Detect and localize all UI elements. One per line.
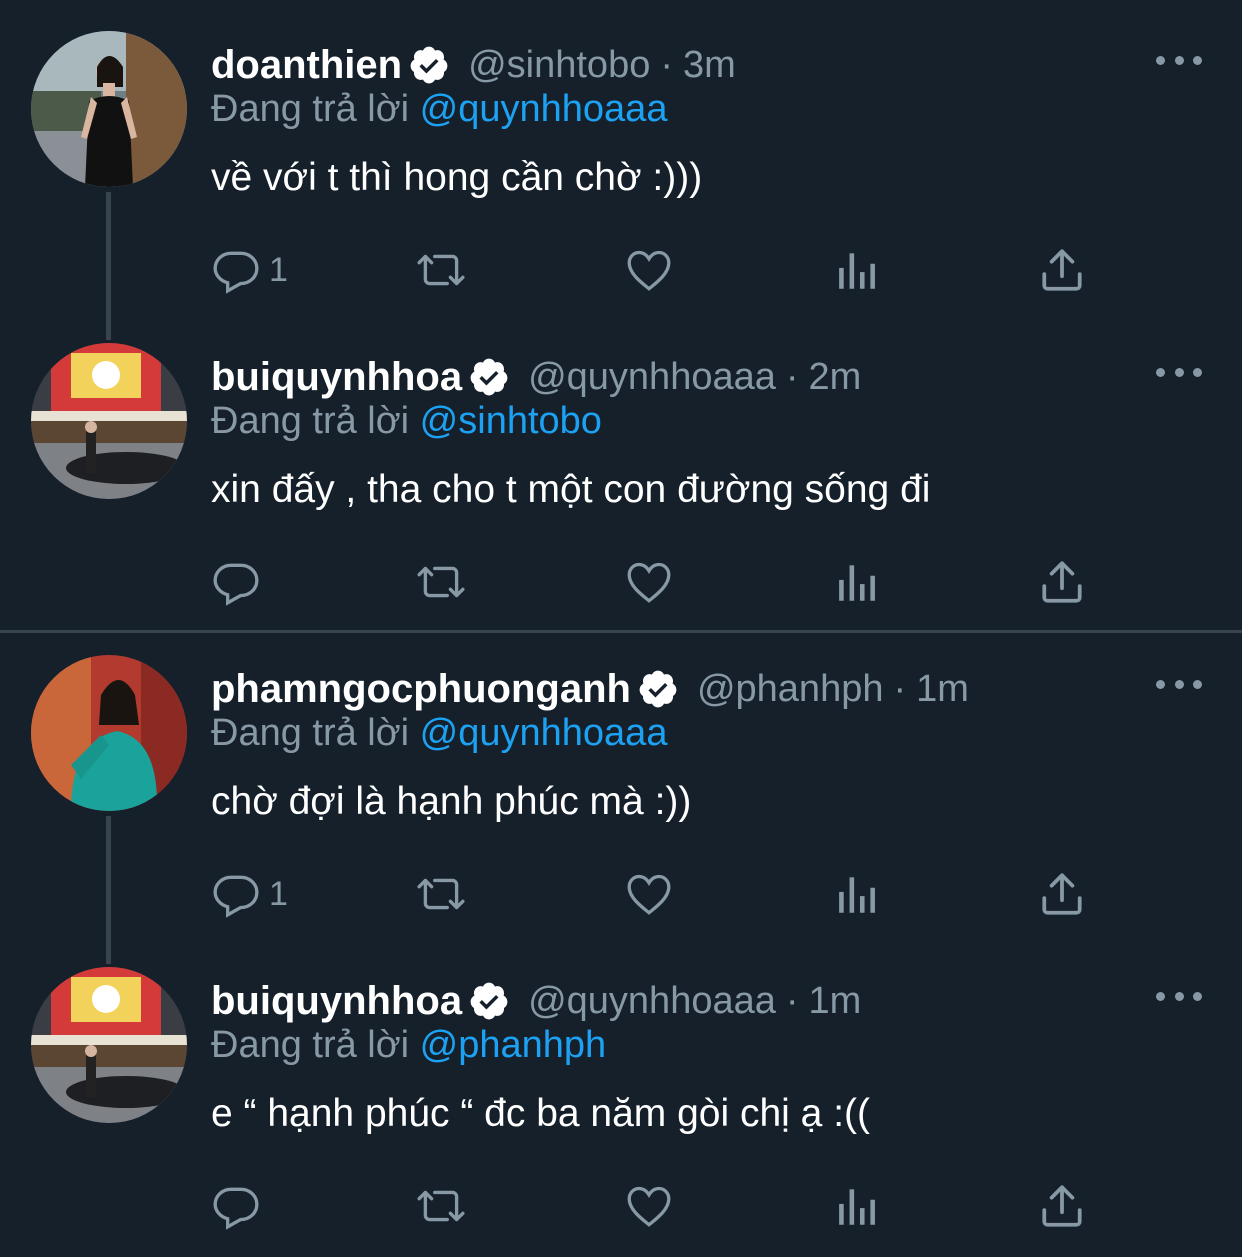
- replying-to: Đang trả lời @quynhhoaaa: [211, 88, 667, 131]
- tweet-header: buiquynhhoa @quynhhoaaa · 2m: [211, 352, 861, 402]
- share-button[interactable]: [1037, 866, 1087, 922]
- analytics-button[interactable]: [831, 866, 881, 922]
- user-handle[interactable]: @phanhph: [697, 668, 884, 711]
- more-icon[interactable]: [1156, 981, 1202, 1011]
- replying-to: Đang trả lời @sinhtobo: [211, 400, 602, 443]
- verified-badge-icon: [470, 982, 508, 1020]
- reply-prefix: Đang trả lời: [211, 400, 410, 442]
- analytics-button[interactable]: [831, 554, 881, 610]
- reply-icon: [213, 1187, 259, 1230]
- share-icon: [1042, 249, 1082, 291]
- user-handle[interactable]: @quynhhoaaa: [528, 356, 776, 399]
- user-handle[interactable]: @quynhhoaaa: [528, 980, 776, 1023]
- display-name[interactable]: buiquynhhoa: [211, 979, 462, 1024]
- tweet-actions: [211, 554, 1111, 610]
- heart-icon: [627, 874, 671, 915]
- tweet-text: e “ hạnh phúc “ đc ba năm gòi chị ạ :((: [211, 1092, 871, 1135]
- share-button[interactable]: [1037, 242, 1087, 298]
- like-button[interactable]: [624, 242, 674, 298]
- tweet-actions: [211, 1178, 1111, 1234]
- reply-icon: [213, 251, 259, 294]
- analytics-icon: [839, 877, 875, 913]
- reply-icon: [213, 563, 259, 606]
- reply-mention-link[interactable]: @quynhhoaaa: [420, 88, 668, 130]
- reply-prefix: Đang trả lời: [211, 1024, 410, 1066]
- more-icon[interactable]: [1156, 357, 1202, 387]
- timestamp[interactable]: 1m: [809, 980, 862, 1023]
- share-button[interactable]: [1037, 554, 1087, 610]
- avatar-doanthien[interactable]: [31, 31, 187, 187]
- reply-button[interactable]: [211, 554, 269, 610]
- replying-to: Đang trả lời @quynhhoaaa: [211, 712, 667, 755]
- like-button[interactable]: [624, 1178, 674, 1234]
- retweet-icon: [417, 878, 465, 910]
- tweet-header: phamngocphuonganh @phanhph · 1m: [211, 664, 969, 714]
- retweet-icon: [417, 566, 465, 598]
- tweet-buiquynhhoa-2[interactable]: buiquynhhoa @quynhhoaaa · 1m Đang trả lờ…: [0, 936, 1242, 1248]
- verified-badge-icon: [470, 358, 508, 396]
- tweet-buiquynhhoa-1[interactable]: buiquynhhoa @quynhhoaaa · 2m Đang trả lờ…: [0, 312, 1242, 624]
- tweet-phamngocphuonganh[interactable]: phamngocphuonganh @phanhph · 1m Đang trả…: [0, 624, 1242, 936]
- avatar-buiquynhhoa[interactable]: [31, 967, 187, 1123]
- tweet-text: về với t thì hong cần chờ :))): [211, 156, 703, 199]
- heart-icon: [627, 250, 671, 291]
- reply-button[interactable]: 1: [211, 866, 288, 922]
- reply-prefix: Đang trả lời: [211, 88, 410, 130]
- verified-badge-icon: [410, 46, 448, 84]
- reply-count: 1: [269, 874, 288, 913]
- reply-button[interactable]: [211, 1178, 269, 1234]
- separator-dot: ·: [660, 43, 673, 86]
- user-handle[interactable]: @sinhtobo: [468, 44, 650, 87]
- reply-icon: [213, 875, 259, 918]
- analytics-button[interactable]: [831, 242, 881, 298]
- retweet-icon: [417, 1190, 465, 1222]
- display-name[interactable]: phamngocphuonganh: [211, 667, 631, 712]
- tweet-header: doanthien @sinhtobo · 3m: [211, 40, 736, 90]
- like-button[interactable]: [624, 866, 674, 922]
- share-icon: [1042, 561, 1082, 603]
- retweet-button[interactable]: [416, 554, 466, 610]
- reply-mention-link[interactable]: @sinhtobo: [420, 400, 602, 442]
- analytics-button[interactable]: [831, 1178, 881, 1234]
- reply-mention-link[interactable]: @quynhhoaaa: [420, 712, 668, 754]
- tweet-header: buiquynhhoa @quynhhoaaa · 1m: [211, 976, 861, 1026]
- timestamp[interactable]: 1m: [916, 668, 969, 711]
- reply-button[interactable]: 1: [211, 242, 288, 298]
- separator-dot: ·: [785, 355, 799, 398]
- share-button[interactable]: [1037, 1178, 1087, 1234]
- tweet-doanthien[interactable]: doanthien @sinhtobo · 3m Đang trả lời @q…: [0, 0, 1242, 312]
- heart-icon: [627, 1186, 671, 1227]
- retweet-icon: [417, 254, 465, 286]
- tweet-actions: 1: [211, 242, 1111, 298]
- timestamp[interactable]: 2m: [809, 356, 862, 399]
- avatar-buiquynhhoa[interactable]: [31, 343, 187, 499]
- analytics-icon: [839, 565, 875, 601]
- share-icon: [1042, 873, 1082, 915]
- tweet-text: xin đấy , tha cho t một con đường sống đ…: [211, 468, 931, 511]
- display-name[interactable]: buiquynhhoa: [211, 355, 462, 400]
- reply-prefix: Đang trả lời: [211, 712, 410, 754]
- share-icon: [1042, 1185, 1082, 1227]
- retweet-button[interactable]: [416, 242, 466, 298]
- heart-icon: [627, 562, 671, 603]
- separator-dot: ·: [893, 667, 907, 710]
- retweet-button[interactable]: [416, 1178, 466, 1234]
- more-icon[interactable]: [1156, 669, 1202, 699]
- avatar-phamngocphuonganh[interactable]: [31, 655, 187, 811]
- timestamp[interactable]: 3m: [683, 44, 736, 87]
- separator-dot: ·: [785, 979, 799, 1022]
- like-button[interactable]: [624, 554, 674, 610]
- replying-to: Đang trả lời @phanhph: [211, 1024, 606, 1067]
- display-name[interactable]: doanthien: [211, 43, 402, 88]
- tweet-text: chờ đợi là hạnh phúc mà :)): [211, 780, 692, 823]
- more-icon[interactable]: [1156, 45, 1202, 75]
- reply-mention-link[interactable]: @phanhph: [420, 1024, 607, 1066]
- analytics-icon: [839, 1189, 875, 1225]
- verified-badge-icon: [639, 670, 677, 708]
- retweet-button[interactable]: [416, 866, 466, 922]
- reply-count: 1: [269, 250, 288, 289]
- tweet-actions: 1: [211, 866, 1111, 922]
- analytics-icon: [839, 253, 875, 289]
